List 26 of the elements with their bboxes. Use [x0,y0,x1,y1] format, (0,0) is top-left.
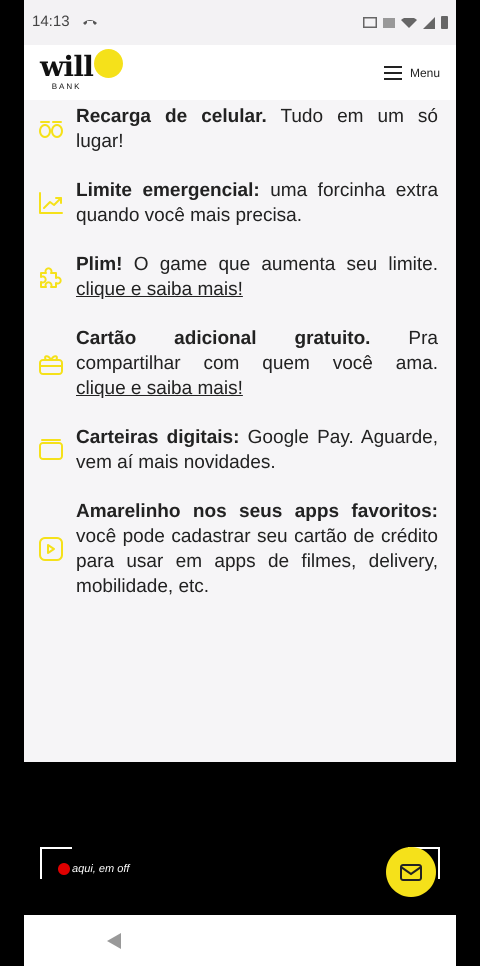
logo-subtitle: BANK [52,80,82,92]
play-icon [38,536,64,562]
overlay-label: aqui, em off [72,862,130,877]
feature-text: Plim! O game que aumenta seu limite. clique e saiba mais! [76,253,438,302]
status-time: 14:13 [32,12,70,32]
feature-text: Carteiras digitais: Google Pay. Aguarde, vem aí mais novidades. [76,426,438,475]
wallet-icon [38,437,64,463]
logo-wordmark: will [40,52,94,80]
mail-icon [400,864,422,880]
signal-icon [423,16,435,28]
volte-icon [383,18,395,28]
feature-text: Cartão adicional gratuito. Pra compartilhar com quem você ama. clique e saiba mais! [76,327,438,401]
menu-icon [384,66,402,80]
menu-button[interactable]: Menu [384,64,440,82]
trend-chart-icon [38,190,64,216]
wifi-icon [401,18,417,28]
feature-text: Amarelinho nos seus apps favoritos: você pode cadastrar seu cartão de crédito para usar em apps de filmes, delivery, mobilidade, etc. [76,500,438,599]
learn-more-link[interactable]: clique e saiba mais! [76,378,243,399]
feature-text: Limite emergencial: uma forcinha extra quando você mais precisa. [76,179,438,228]
learn-more-link[interactable]: clique e saiba mais! [76,279,243,300]
mail-button[interactable] [386,847,436,897]
feature-text: Recarga de celular. Tudo em um só lugar! [76,105,438,154]
battery-icon [441,16,448,29]
cast-icon [363,17,377,28]
back-icon[interactable] [106,932,122,950]
brand-logo[interactable]: will BANK [40,52,124,92]
